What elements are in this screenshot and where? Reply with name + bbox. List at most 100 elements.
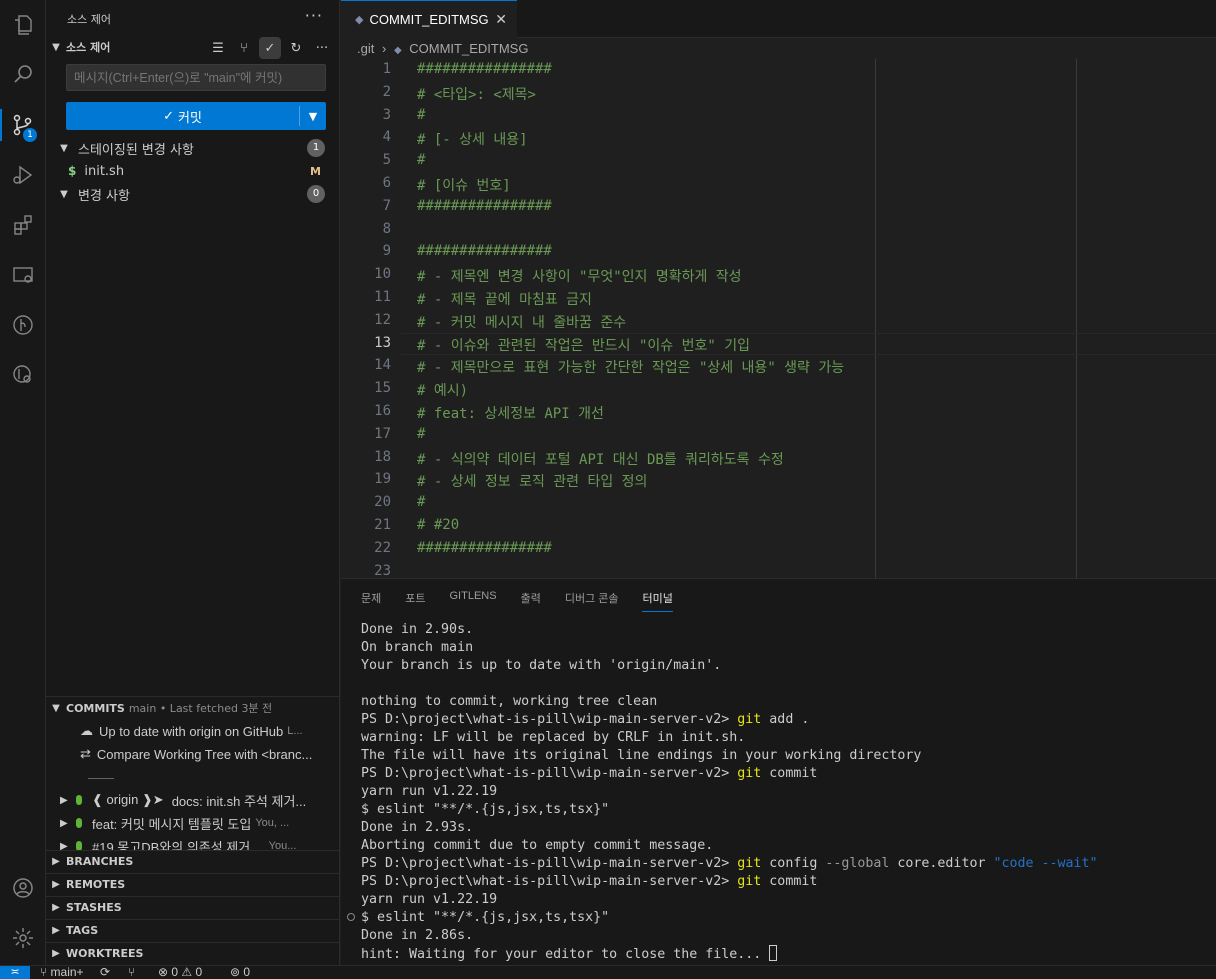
breadcrumb-file[interactable]: COMMIT_EDITMSG: [409, 41, 528, 56]
terminal-text: core.editor: [889, 856, 994, 871]
code-line: # - 제목 끝에 마침표 금지: [417, 292, 592, 308]
code-area[interactable]: 1 ################ 2 # <타입>: <제목> 3 #4 # [- 상세…: [341, 59, 1216, 578]
command-decoration-icon: [347, 913, 355, 921]
terminal-text: hint: Waiting for your editor to close t…: [361, 947, 770, 962]
code-line: #: [417, 152, 426, 169]
extensions-icon[interactable]: [0, 203, 46, 247]
up-to-date-tail: L...: [287, 725, 303, 737]
refresh-icon[interactable]: ↻: [285, 37, 307, 59]
stashes-section-header[interactable]: ▶ STASHES: [46, 896, 339, 918]
terminal-text: $ eslint "**/*.{js,jsx,ts,tsx}": [361, 802, 610, 817]
line-number: 21: [374, 517, 391, 533]
chevron-down-icon: ▼: [52, 41, 60, 53]
staged-changes-header[interactable]: ▼ 스테이징된 변경 사항 1: [46, 137, 339, 159]
source-control-badge: 1: [23, 128, 37, 142]
terminal-text: --global: [825, 856, 890, 871]
settings-gear-icon[interactable]: [0, 916, 46, 960]
tags-title: TAGS: [66, 924, 99, 937]
terminal-line: yarn run v1.22.19: [361, 891, 1206, 909]
terminal-text: nothing to commit, working tree clean: [361, 694, 658, 709]
panel-tab[interactable]: 문제: [361, 590, 381, 612]
terminal-line: Your branch is up to date with 'origin/m…: [361, 657, 1206, 675]
run-debug-icon[interactable]: [0, 153, 46, 197]
chevron-down-icon: ▼: [308, 109, 318, 123]
tab-label: COMMIT_EDITMSG: [369, 12, 489, 27]
graph-icon[interactable]: ⑂: [233, 37, 255, 59]
code-line: # - 제목만으로 표현 가능한 간단한 작업은 "상세 내용" 생략 가능: [417, 360, 845, 377]
changes-header[interactable]: ▼ 변경 사항 0: [46, 183, 339, 205]
code-line: # <타입>: <제목>: [417, 86, 536, 103]
terminal-text: On branch main: [361, 640, 474, 655]
cloud-icon: ☁: [80, 723, 93, 738]
graph-icon[interactable]: ⑂: [128, 965, 135, 979]
terminal-line: $ eslint "**/*.{js,jsx,ts,tsx}": [361, 909, 1206, 927]
explorer-icon[interactable]: [0, 3, 46, 47]
view-list-icon[interactable]: ☰: [207, 37, 229, 59]
account-icon[interactable]: [0, 866, 46, 910]
terminal-cursor: [769, 945, 778, 961]
terminal-line: PS D:\project\what-is-pill\wip-main-serv…: [361, 711, 1206, 729]
worktrees-title: WORKTREES: [66, 947, 144, 960]
commit-message: feat: 커밋 메시지 템플릿 도입: [92, 816, 252, 832]
panel-tab[interactable]: 터미널: [642, 590, 673, 612]
gitlens-icon[interactable]: [0, 303, 46, 347]
commit-message-input[interactable]: [66, 64, 326, 91]
panel-tabs: 문제 포트 GITLENS 출력 디버그 콘솔 터미널: [361, 590, 673, 612]
commit-row[interactable]: ▶ feat: 커밋 메시지 템플릿 도입 You, ...: [46, 812, 339, 834]
commits-subtitle: main • Last fetched 3분 전: [128, 702, 273, 715]
commit-row[interactable]: ▶ ❰ origin ❱➤ docs: init.sh 주석 제거...: [46, 789, 339, 811]
commit-dot-icon: [76, 795, 82, 805]
terminal-line: Aborting commit due to empty commit mess…: [361, 837, 1206, 855]
close-icon[interactable]: ✕: [495, 11, 507, 28]
branches-section-header[interactable]: ▶ BRANCHES: [46, 850, 339, 872]
activity-bar: 1: [0, 0, 46, 965]
compare-row[interactable]: ⇄ Compare Working Tree with <branc...: [46, 743, 339, 765]
commit-button-label: 커밋: [177, 110, 202, 126]
source-control-icon[interactable]: 1: [0, 103, 46, 147]
remote-indicator[interactable]: ≍: [0, 966, 30, 979]
panel-tab[interactable]: 포트: [405, 590, 425, 612]
commits-title: COMMITS: [66, 701, 125, 715]
tags-section-header[interactable]: ▶ TAGS: [46, 919, 339, 941]
commits-section-header[interactable]: ▼ COMMITS main • Last fetched 3분 전: [46, 697, 339, 719]
commit-button-group: ✓ 커밋 ▼: [66, 102, 326, 130]
line-number: 22: [374, 539, 391, 556]
up-to-date-row[interactable]: ☁ Up to date with origin on GitHub L...: [46, 720, 339, 742]
sync-icon[interactable]: ⟳: [100, 965, 110, 979]
sidebar-more-button[interactable]: ···: [305, 6, 323, 25]
problems-status[interactable]: ⊗ 0 ⚠ 0: [158, 965, 202, 979]
code-line: # - 커밋 메시지 내 줄바꿈 준수: [417, 314, 627, 331]
commit-dropdown-button[interactable]: ▼: [300, 102, 326, 130]
commit-check-icon[interactable]: ✓: [259, 37, 281, 59]
line-number: 13: [374, 334, 391, 351]
gitlens-inspect-icon[interactable]: [0, 353, 46, 397]
panel-tab[interactable]: 출력: [521, 590, 541, 612]
panel-tab[interactable]: 디버그 콘솔: [565, 590, 619, 612]
branch-status[interactable]: ⑂ main+: [40, 965, 84, 979]
more-actions-icon[interactable]: ···: [311, 37, 333, 59]
code-line: # - 상세 정보 로직 관련 타입 정의: [417, 474, 648, 491]
staged-file-item[interactable]: $ init.sh M: [46, 160, 339, 182]
panel-tab[interactable]: GITLENS: [450, 590, 497, 612]
terminal-text: config: [761, 856, 826, 871]
remotes-section-header[interactable]: ▶ REMOTES: [46, 873, 339, 895]
commit-button[interactable]: ✓ 커밋: [66, 102, 299, 130]
tab-commit-editmsg[interactable]: ◆ COMMIT_EDITMSG ✕: [341, 0, 517, 38]
ports-status[interactable]: ⊚ 0: [230, 965, 250, 979]
search-icon[interactable]: [0, 52, 46, 96]
file-icon: ◆: [355, 14, 364, 26]
breadcrumb: .git › ◆ COMMIT_EDITMSG: [357, 41, 528, 56]
terminal-text: commit: [761, 766, 818, 781]
chevron-down-icon: ▼: [60, 188, 68, 200]
code-line: ################: [417, 197, 552, 214]
chevron-right-icon: ▶: [52, 925, 60, 936]
remote-explorer-icon[interactable]: [0, 253, 46, 297]
terminal[interactable]: Done in 2.90s. On branch main Your branch …: [361, 621, 1206, 963]
breadcrumb-folder[interactable]: .git: [357, 41, 374, 56]
worktrees-section-header[interactable]: ▶ WORKTREES: [46, 942, 339, 964]
scm-section-title: 소스 제어: [66, 41, 111, 54]
line-number: 10: [374, 266, 391, 283]
line-number: 6: [382, 175, 391, 191]
line-number: 5: [382, 152, 391, 169]
chevron-right-icon: ▶: [52, 902, 60, 913]
